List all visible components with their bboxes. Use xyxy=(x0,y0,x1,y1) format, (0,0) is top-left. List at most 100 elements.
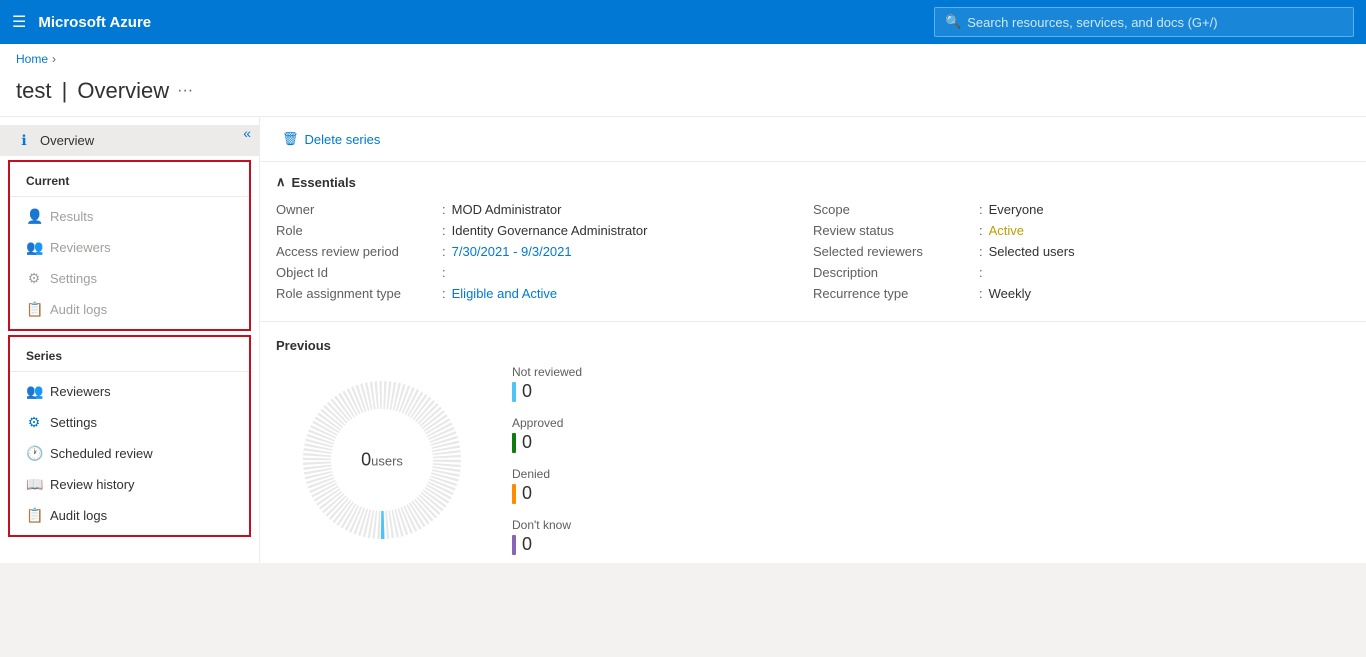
sidebar-overview-label: Overview xyxy=(40,133,94,148)
not-reviewed-value: 0 xyxy=(522,381,532,402)
review-history-label: Review history xyxy=(50,477,135,492)
legend-item-not-reviewed: Not reviewed 0 xyxy=(512,365,582,402)
review-status-label: Review status xyxy=(813,223,973,238)
sidebar-item-review-history[interactable]: 📖 Review history xyxy=(10,469,249,500)
review-status-value: Active xyxy=(989,223,1024,238)
essentials-review-status-row: Review status : Active xyxy=(813,223,1350,238)
sidebar-item-results: 👤 Results xyxy=(10,201,249,232)
sidebar-item-scheduled-review[interactable]: 🕐 Scheduled review xyxy=(10,438,249,469)
assignment-type-label: Role assignment type xyxy=(276,286,436,301)
sidebar-item-overview[interactable]: ℹ Overview xyxy=(0,125,259,156)
page-type: Overview xyxy=(77,78,169,103)
delete-icon: 🗑 xyxy=(282,131,299,147)
dontknow-bar xyxy=(512,535,516,555)
scheduled-review-icon: 🕐 xyxy=(26,445,42,462)
auditlogs-current-label: Audit logs xyxy=(50,302,107,317)
denied-value: 0 xyxy=(522,483,532,504)
donut-users-label: users xyxy=(371,454,403,469)
essentials-section: ∧ Essentials Owner : MOD Administrator R… xyxy=(260,162,1366,313)
legend-item-dontknow: Don't know 0 xyxy=(512,518,582,555)
azure-logo: Microsoft Azure xyxy=(38,14,922,31)
essentials-label: Essentials xyxy=(292,175,356,190)
search-icon: 🔍 xyxy=(945,14,961,30)
page-header: test | Overview ··· xyxy=(0,74,1366,116)
sidebar-item-auditlogs-current: 📋 Audit logs xyxy=(10,294,249,325)
denied-label: Denied xyxy=(512,467,550,481)
title-separator: | xyxy=(62,78,74,103)
ellipsis-button[interactable]: ··· xyxy=(177,82,193,100)
breadcrumb-home[interactable]: Home xyxy=(16,52,48,66)
info-icon: ℹ xyxy=(16,132,32,149)
content-area: « ℹ Overview Current 👤 Results 👥 Reviewe… xyxy=(0,116,1366,563)
description-label: Description xyxy=(813,265,973,280)
sidebar: « ℹ Overview Current 👤 Results 👥 Reviewe… xyxy=(0,117,260,563)
section-divider xyxy=(260,321,1366,322)
dontknow-value: 0 xyxy=(522,534,532,555)
essentials-recurrence-type-row: Recurrence type : Weekly xyxy=(813,286,1350,301)
main-container: Home › test | Overview ··· « ℹ Overview … xyxy=(0,44,1366,563)
access-period-label: Access review period xyxy=(276,244,436,259)
previous-label: Previous xyxy=(276,338,1350,353)
essentials-description-row: Description : xyxy=(813,265,1350,280)
essentials-header[interactable]: ∧ Essentials xyxy=(276,174,1350,190)
essentials-scope-row: Scope : Everyone xyxy=(813,202,1350,217)
owner-value: MOD Administrator xyxy=(452,202,562,217)
search-placeholder: Search resources, services, and docs (G+… xyxy=(967,15,1217,30)
legend-bar-approved-row: 0 xyxy=(512,432,582,453)
breadcrumb: Home › xyxy=(0,44,1366,74)
essentials-role-row: Role : Identity Governance Administrator xyxy=(276,223,813,238)
sidebar-collapse-button[interactable]: « xyxy=(243,125,251,141)
legend: Not reviewed 0 Approved xyxy=(512,365,582,555)
denied-bar xyxy=(512,484,516,504)
dontknow-label: Don't know xyxy=(512,518,571,532)
series-section-container: Series 👥 Reviewers ⚙ Settings 🕐 Schedule… xyxy=(8,335,251,537)
scope-label: Scope xyxy=(813,202,973,217)
hamburger-icon[interactable]: ☰ xyxy=(12,12,26,32)
auditlogs-series-label: Audit logs xyxy=(50,508,107,523)
not-reviewed-bar xyxy=(512,382,516,402)
approved-value: 0 xyxy=(522,432,532,453)
legend-bar-denied-row: 0 xyxy=(512,483,582,504)
legend-bar-dontknow-row: 0 xyxy=(512,534,582,555)
essentials-assignment-type-row: Role assignment type : Eligible and Acti… xyxy=(276,286,813,301)
owner-label: Owner xyxy=(276,202,436,217)
reviewers-series-label: Reviewers xyxy=(50,384,111,399)
approved-bar xyxy=(512,433,516,453)
review-history-icon: 📖 xyxy=(26,476,42,493)
legend-label-not-reviewed: Not reviewed xyxy=(512,365,582,379)
essentials-grid: Owner : MOD Administrator Role : Identit… xyxy=(276,202,1350,301)
delete-series-button[interactable]: 🗑 Delete series xyxy=(276,127,386,151)
right-content: 🗑 Delete series ∧ Essentials Owner : xyxy=(260,117,1366,563)
auditlogs-series-icon: 📋 xyxy=(26,507,42,524)
essentials-objectid-row: Object Id : xyxy=(276,265,813,280)
auditlogs-current-icon: 📋 xyxy=(26,301,42,318)
selected-reviewers-value: Selected users xyxy=(989,244,1075,259)
legend-item-denied: Denied 0 xyxy=(512,467,582,504)
donut-center: 0users xyxy=(361,450,403,471)
reviewers-current-icon: 👥 xyxy=(26,239,42,256)
legend-label-dontknow: Don't know xyxy=(512,518,582,532)
recurrence-type-value: Weekly xyxy=(989,286,1031,301)
sidebar-item-reviewers-series[interactable]: 👥 Reviewers xyxy=(10,376,249,407)
collapse-icon: ∧ xyxy=(276,174,286,190)
essentials-owner-row: Owner : MOD Administrator xyxy=(276,202,813,217)
essentials-left: Owner : MOD Administrator Role : Identit… xyxy=(276,202,813,301)
reviewers-current-label: Reviewers xyxy=(50,240,111,255)
sidebar-item-auditlogs-series[interactable]: 📋 Audit logs xyxy=(10,500,249,531)
not-reviewed-label: Not reviewed xyxy=(512,365,582,379)
recurrence-type-label: Recurrence type xyxy=(813,286,973,301)
series-section-label: Series xyxy=(10,341,249,367)
sidebar-item-settings-current: ⚙ Settings xyxy=(10,263,249,294)
scheduled-review-label: Scheduled review xyxy=(50,446,153,461)
sidebar-item-settings-series[interactable]: ⚙ Settings xyxy=(10,407,249,438)
reviewers-series-icon: 👥 xyxy=(26,383,42,400)
legend-label-denied: Denied xyxy=(512,467,582,481)
donut-value: 0 xyxy=(361,450,371,470)
search-bar[interactable]: 🔍 Search resources, services, and docs (… xyxy=(934,7,1354,37)
objectid-label: Object Id xyxy=(276,265,436,280)
role-value: Identity Governance Administrator xyxy=(452,223,648,238)
toolbar: 🗑 Delete series xyxy=(260,117,1366,162)
essentials-access-period-row: Access review period : 7/30/2021 - 9/3/2… xyxy=(276,244,813,259)
assignment-type-value: Eligible and Active xyxy=(452,286,558,301)
settings-current-icon: ⚙ xyxy=(26,270,42,287)
